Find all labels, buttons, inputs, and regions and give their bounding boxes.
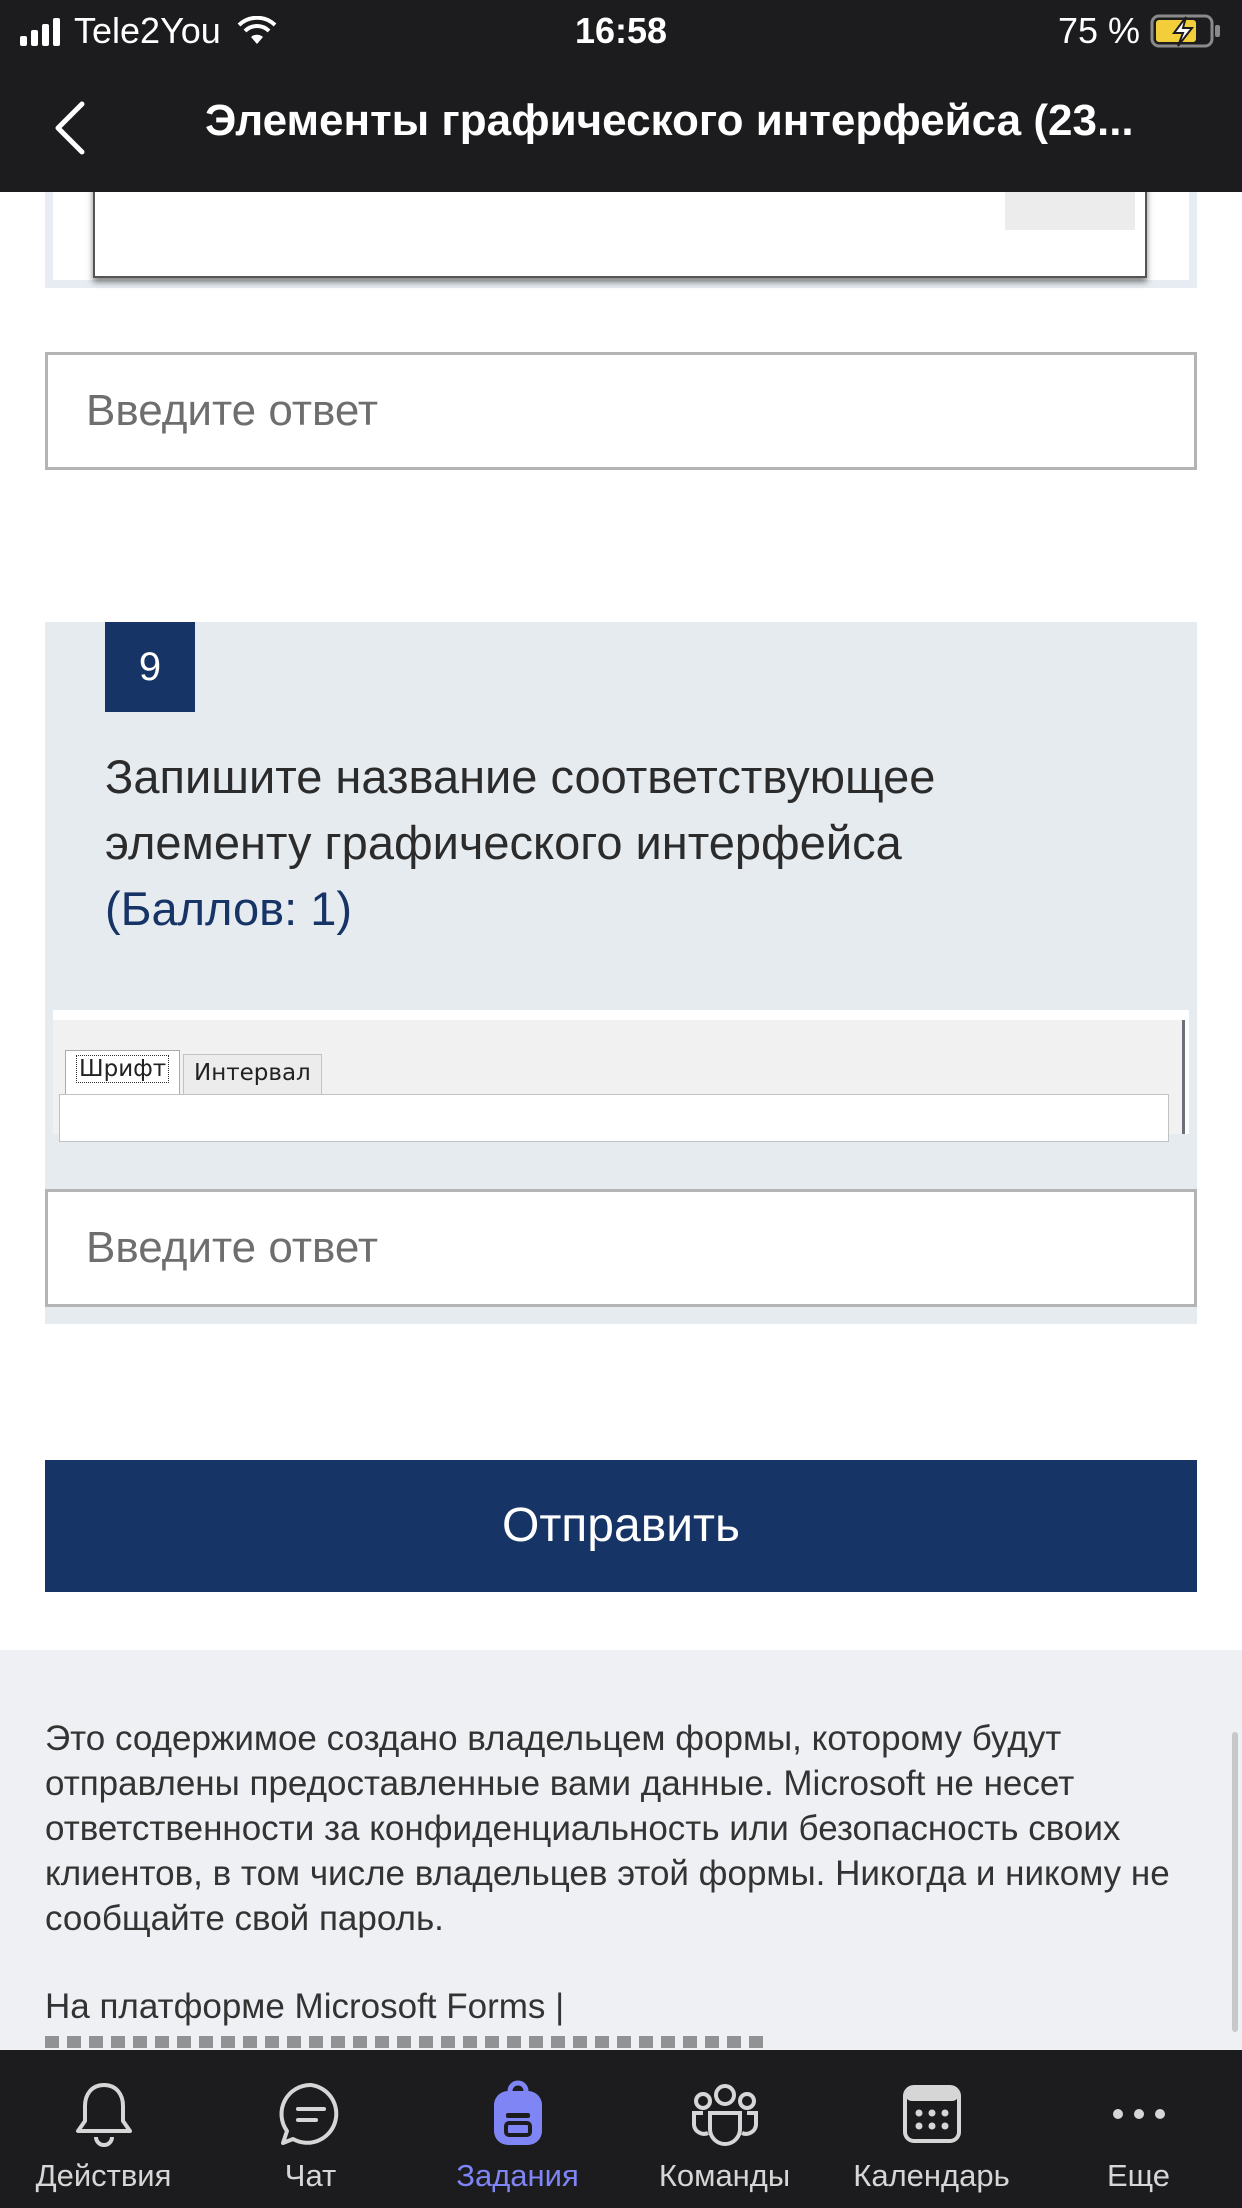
question-image: Шрифт Интервал [53, 1010, 1189, 1142]
bell-icon [75, 2083, 132, 2147]
calendar-icon [902, 2085, 961, 2143]
tab-label: Календарь [853, 2158, 1010, 2193]
footer: Это содержимое создано владельцем формы,… [0, 1650, 1242, 2050]
tab-activity[interactable]: Действия [0, 2050, 207, 2208]
powered-by-text: На платформе Microsoft Forms | [45, 1987, 565, 2026]
tab-chat[interactable]: Чат [207, 2050, 414, 2208]
disclaimer-text: Это содержимое создано владельцем формы,… [45, 1719, 1170, 1938]
tab-label: Действия [35, 2158, 172, 2193]
tab-label: Чат [284, 2158, 337, 2193]
battery-charging-icon [1150, 14, 1220, 48]
answer-input[interactable]: Введите ответ [45, 1189, 1197, 1307]
tab-calendar[interactable]: Календарь [828, 2050, 1035, 2208]
question-prompt: Запишите название соответствующее элемен… [105, 750, 936, 869]
battery-percent: 75 % [1057, 10, 1140, 51]
question-points: (Баллов: 1) [105, 882, 353, 935]
tab-label: Задания [456, 2158, 579, 2193]
tab-bar: Действия Чат Задания Команды Календарь Е… [0, 2050, 1242, 2208]
nav-bar: Элементы графического интерфейса (23... [0, 64, 1242, 192]
more-icon [1112, 2109, 1165, 2119]
image-tab-font: Шрифт [65, 1050, 181, 1096]
tab-label: Команды [658, 2158, 791, 2193]
clipped-footer-line [45, 2030, 765, 2050]
previous-question-image [45, 192, 1197, 288]
teams-icon [691, 2084, 758, 2146]
question-text: Запишите название соответствующее элемен… [105, 744, 1105, 942]
answer-input[interactable]: Введите ответ [45, 352, 1197, 470]
tab-assignments[interactable]: Задания [414, 2050, 621, 2208]
clock: 16:58 [574, 10, 668, 51]
page-title: Элементы графического интерфейса (23... [205, 96, 1134, 145]
tab-teams[interactable]: Команды [621, 2050, 828, 2208]
chat-icon [279, 2082, 338, 2145]
tab-label: Еще [1106, 2158, 1171, 2193]
status-bar: Tele2You 16:58 75 % [0, 0, 1242, 64]
back-chevron-icon[interactable] [50, 100, 90, 156]
scrollbar[interactable] [1232, 1732, 1238, 2032]
backpack-icon [493, 2080, 542, 2145]
form-content: Введите ответ 9 Запишите название соотве… [0, 192, 1242, 2050]
question-number: 9 [105, 622, 195, 712]
submit-button[interactable]: Отправить [45, 1460, 1197, 1592]
status-right: 75 % [1058, 10, 1222, 52]
tab-more[interactable]: Еще [1035, 2050, 1242, 2208]
image-tab-interval: Интервал [183, 1054, 322, 1094]
